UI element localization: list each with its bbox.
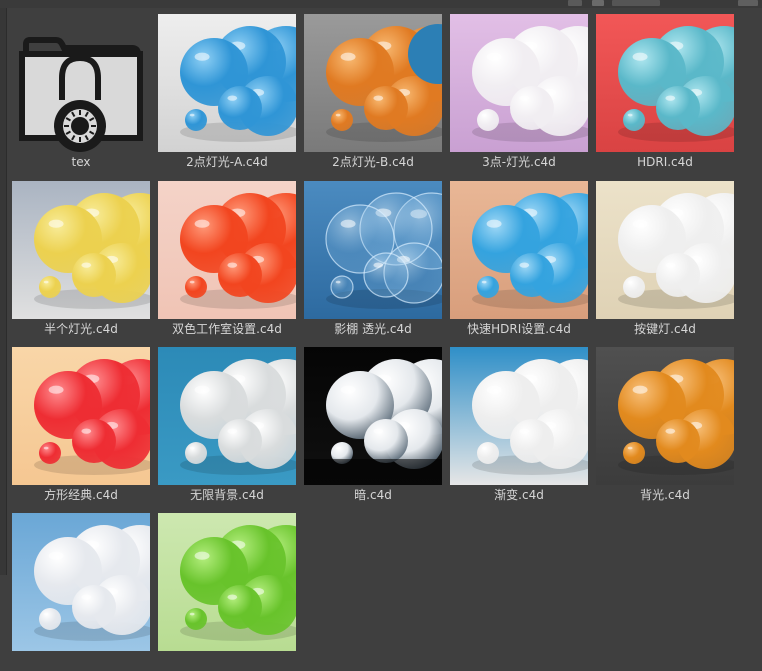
file-name-label: 影棚 透光.c4d bbox=[334, 322, 412, 336]
render-sphere bbox=[185, 608, 207, 630]
render-sphere bbox=[510, 253, 554, 297]
file-name-label: 双色工作室设置.c4d bbox=[172, 322, 282, 336]
render-thumbnail bbox=[304, 347, 442, 485]
render-thumbnail bbox=[12, 181, 150, 319]
locked-folder-icon bbox=[19, 37, 143, 152]
toolbar-control[interactable] bbox=[592, 0, 604, 6]
render-thumbnail bbox=[158, 181, 296, 319]
render-sphere bbox=[656, 419, 700, 463]
render-thumbnail bbox=[450, 347, 588, 485]
scene-file-tile[interactable] bbox=[156, 509, 296, 671]
folder-tile[interactable]: tex bbox=[10, 10, 150, 172]
render-sphere bbox=[477, 109, 499, 131]
render-sphere bbox=[331, 109, 353, 131]
file-name-label: 暗.c4d bbox=[354, 488, 392, 502]
toolbar-control[interactable] bbox=[568, 0, 582, 6]
render-thumbnail bbox=[158, 14, 296, 152]
scene-file-tile[interactable]: 背光.c4d bbox=[594, 343, 734, 505]
toolbar-slider[interactable] bbox=[612, 0, 660, 6]
render-thumbnail bbox=[12, 347, 150, 485]
render-sphere bbox=[477, 276, 499, 298]
render-sphere bbox=[363, 252, 409, 298]
file-name-label: 按键灯.c4d bbox=[634, 322, 696, 336]
render-sphere bbox=[623, 276, 645, 298]
file-name-label: 快速HDRI设置.c4d bbox=[467, 322, 571, 336]
render-sphere bbox=[39, 442, 61, 464]
scene-file-tile[interactable]: 双色工作室设置.c4d bbox=[156, 177, 296, 339]
file-name-label: 方形经典.c4d bbox=[44, 488, 118, 502]
toolbar-control[interactable] bbox=[738, 0, 758, 6]
scene-file-tile[interactable]: 按键灯.c4d bbox=[594, 177, 734, 339]
scene-file-tile[interactable]: 影棚 透光.c4d bbox=[302, 177, 442, 339]
render-thumbnail bbox=[450, 14, 588, 152]
render-sphere bbox=[364, 419, 408, 463]
file-name-label bbox=[156, 653, 298, 669]
render-thumbnail bbox=[450, 181, 588, 319]
file-name-label: 2点灯光-A.c4d bbox=[186, 155, 268, 169]
scene-file-tile[interactable]: 2点灯光-B.c4d bbox=[302, 10, 442, 172]
scene-file-tile[interactable]: 半个灯光.c4d bbox=[10, 177, 150, 339]
scene-file-tile[interactable]: HDRI.c4d bbox=[594, 10, 734, 172]
render-thumbnail bbox=[158, 513, 296, 651]
file-name-label: HDRI.c4d bbox=[637, 155, 693, 169]
render-sphere bbox=[623, 109, 645, 131]
file-name-label: tex bbox=[71, 155, 91, 169]
render-thumbnail bbox=[596, 347, 734, 485]
file-name-label: 2点灯光-B.c4d bbox=[332, 155, 414, 169]
render-sphere bbox=[510, 86, 554, 130]
top-toolbar-strip bbox=[0, 0, 762, 8]
scene-file-tile[interactable]: 2点灯光-A.c4d bbox=[156, 10, 296, 172]
render-sphere bbox=[510, 419, 554, 463]
render-thumbnail bbox=[304, 14, 442, 152]
render-sphere bbox=[364, 86, 408, 130]
render-sphere bbox=[477, 442, 499, 464]
render-sphere bbox=[72, 253, 116, 297]
render-sphere bbox=[185, 109, 207, 131]
render-sphere bbox=[185, 442, 207, 464]
folder-thumbnail bbox=[12, 14, 150, 152]
left-panel-edge bbox=[0, 8, 7, 575]
render-thumbnail bbox=[158, 347, 296, 485]
render-sphere bbox=[218, 419, 262, 463]
render-thumbnail bbox=[596, 14, 734, 152]
render-sphere bbox=[72, 419, 116, 463]
scene-file-tile[interactable]: 快速HDRI设置.c4d bbox=[448, 177, 588, 339]
render-sphere bbox=[185, 276, 207, 298]
render-sphere bbox=[39, 608, 61, 630]
render-sphere bbox=[218, 86, 262, 130]
render-sphere bbox=[656, 86, 700, 130]
file-name-label: 渐变.c4d bbox=[494, 488, 544, 502]
scene-file-tile[interactable]: 3点-灯光.c4d bbox=[448, 10, 588, 172]
scene-file-tile[interactable]: 无限背景.c4d bbox=[156, 343, 296, 505]
scene-file-tile[interactable] bbox=[10, 509, 150, 671]
render-sphere bbox=[39, 276, 61, 298]
render-sphere bbox=[218, 253, 262, 297]
render-thumbnail bbox=[596, 181, 734, 319]
scene-file-tile[interactable]: 方形经典.c4d bbox=[10, 343, 150, 505]
render-thumbnail bbox=[304, 181, 442, 319]
file-name-label: 背光.c4d bbox=[640, 488, 690, 502]
render-sphere bbox=[72, 585, 116, 629]
render-thumbnail bbox=[12, 513, 150, 651]
file-name-label: 3点-灯光.c4d bbox=[482, 155, 556, 169]
render-sphere bbox=[218, 585, 262, 629]
file-name-label: 半个灯光.c4d bbox=[44, 322, 118, 336]
scene-file-tile[interactable]: 渐变.c4d bbox=[448, 343, 588, 505]
render-sphere bbox=[623, 442, 645, 464]
render-sphere bbox=[330, 275, 354, 299]
file-name-label: 无限背景.c4d bbox=[190, 488, 264, 502]
file-name-label bbox=[10, 653, 152, 669]
render-sphere bbox=[656, 253, 700, 297]
scene-file-tile[interactable]: 暗.c4d bbox=[302, 343, 442, 505]
